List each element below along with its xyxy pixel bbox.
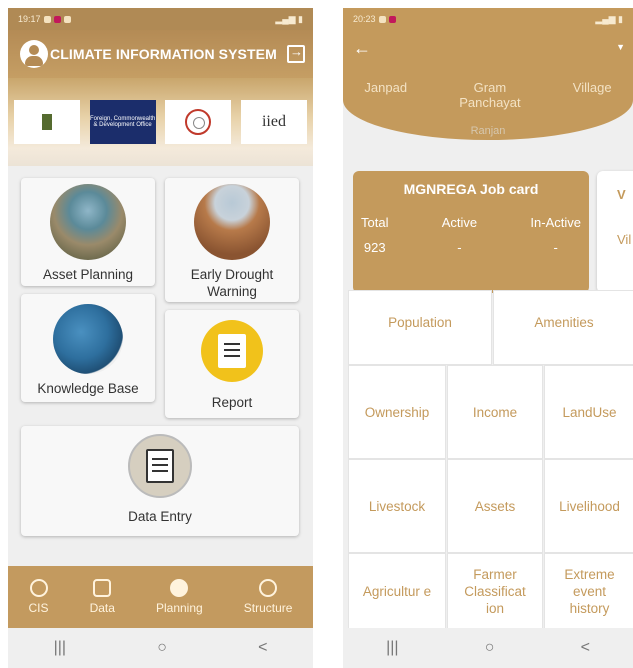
village-card-title: V xyxy=(617,187,626,202)
globe-icon xyxy=(53,304,123,374)
fcdo-logo: Foreign, Commonwealth & Development Offi… xyxy=(89,100,156,144)
asset-planning-label: Asset Planning xyxy=(42,267,134,282)
status-time: 19:17 xyxy=(18,14,41,24)
ownership-button[interactable]: Ownership xyxy=(349,366,445,458)
population-button[interactable]: Population xyxy=(349,291,491,364)
seal-icon xyxy=(185,109,212,135)
app-title: CLIMATE INFORMATION SYSTEM xyxy=(50,46,277,62)
livelihood-button[interactable]: Livelihood xyxy=(545,460,633,552)
data-icon xyxy=(93,579,112,597)
knowledge-base-label: Knowledge Base xyxy=(37,381,139,396)
recents-button[interactable]: ||| xyxy=(386,639,398,657)
mgnrega-job-card[interactable]: MGNREGA Job card Total 923 Active - In-A… xyxy=(353,171,589,293)
right-phone-screen: 20:23 ▂▄▆ ▮ ← ▼ Janpad Gram Panchayat Vi… xyxy=(343,8,633,668)
home-button[interactable]: ○ xyxy=(157,639,167,657)
iied-logo-text: iied xyxy=(261,113,286,130)
extreme-event-history-button[interactable]: Extreme event history xyxy=(545,554,633,628)
crumb-janpad[interactable]: Janpad xyxy=(364,80,407,110)
report-icon xyxy=(201,320,263,382)
bottom-navigation: CIS Data Planning Structure xyxy=(8,566,313,628)
document-icon xyxy=(218,334,246,368)
app-icon xyxy=(388,15,396,23)
crumb-subtitle: Ranjan xyxy=(470,125,506,137)
active-label: Active xyxy=(441,215,478,230)
early-drought-warning-tile[interactable]: Early Drought Warning xyxy=(165,178,299,302)
location-header: ← ▼ Janpad Gram Panchayat Village xyxy=(343,30,633,140)
nav-cis[interactable]: CIS xyxy=(29,579,49,615)
nav-planning[interactable]: Planning xyxy=(156,579,203,615)
system-nav-bar: ||| ○ < xyxy=(343,628,633,668)
nav-data[interactable]: Data xyxy=(90,579,115,615)
seal-logo xyxy=(165,100,232,144)
back-arrow-icon[interactable]: ← xyxy=(353,38,371,59)
village-card[interactable]: V Vil xyxy=(597,171,633,293)
notification-icon xyxy=(63,15,71,23)
livestock-button[interactable]: Livestock xyxy=(349,460,445,552)
report-label: Report xyxy=(211,395,253,410)
job-card-stats: Total 923 Active - In-Active - xyxy=(361,215,581,255)
document-icon xyxy=(146,449,174,483)
structure-icon xyxy=(259,579,278,597)
fcdo-logo-text: Foreign, Commonwealth & Development Offi… xyxy=(89,116,156,128)
asset-planning-tile[interactable]: Asset Planning xyxy=(21,178,155,286)
active-stat: Active - xyxy=(442,215,477,255)
status-bar: 19:17 ▂▄▆ ▮ xyxy=(8,8,313,30)
data-entry-tile[interactable]: Data Entry xyxy=(21,426,299,536)
app-bar: CLIMATE INFORMATION SYSTEM xyxy=(8,30,313,78)
total-stat: Total 923 xyxy=(361,215,388,255)
planning-icon xyxy=(170,579,189,597)
crumb-gram-panchayat[interactable]: Gram Panchayat xyxy=(450,80,530,110)
location-breadcrumb: Janpad Gram Panchayat Village xyxy=(343,80,633,110)
left-phone-screen: 19:17 ▂▄▆ ▮ CLIMATE INFORMATION SYSTEM F… xyxy=(8,8,313,668)
crumb-village[interactable]: Village xyxy=(573,80,612,110)
active-value: - xyxy=(457,240,462,255)
back-button[interactable]: < xyxy=(581,639,590,657)
cis-icon xyxy=(29,579,48,597)
logout-icon[interactable] xyxy=(287,44,305,63)
inactive-value: - xyxy=(553,240,558,255)
data-entry-label: Data Entry xyxy=(128,509,192,524)
recents-button[interactable]: ||| xyxy=(54,639,66,657)
nav-cis-label: CIS xyxy=(28,601,49,615)
govt-logo xyxy=(14,100,80,144)
notification-icon xyxy=(43,15,51,23)
status-time: 20:23 xyxy=(353,14,376,24)
nav-structure[interactable]: Structure xyxy=(243,579,293,615)
landuse-button[interactable]: LandUse xyxy=(545,366,633,458)
iied-logo: iied xyxy=(240,100,307,144)
total-value: 923 xyxy=(363,240,386,255)
total-label: Total xyxy=(361,215,389,230)
partner-logos: Foreign, Commonwealth & Development Offi… xyxy=(8,78,313,166)
income-button[interactable]: Income xyxy=(448,366,542,458)
notification-icon xyxy=(378,15,386,23)
back-button[interactable]: < xyxy=(258,639,267,657)
menu-grid: Asset Planning Early Drought Warning Kno… xyxy=(8,166,313,536)
clipboard-icon xyxy=(128,434,192,498)
inactive-stat: In-Active - xyxy=(530,215,581,255)
profile-avatar-icon[interactable] xyxy=(20,40,48,68)
village-card-sub: Vil xyxy=(617,232,632,247)
report-tile[interactable]: Report xyxy=(165,310,299,418)
dam-image xyxy=(50,184,126,260)
amenities-button[interactable]: Amenities xyxy=(494,291,633,364)
nav-structure-label: Structure xyxy=(243,601,293,615)
nav-planning-label: Planning xyxy=(155,601,203,615)
dropdown-caret-icon[interactable]: ▼ xyxy=(616,42,625,52)
early-drought-warning-label: Early Drought Warning xyxy=(190,267,274,299)
home-button[interactable]: ○ xyxy=(485,639,495,657)
assets-button[interactable]: Assets xyxy=(448,460,542,552)
inactive-label: In-Active xyxy=(530,215,581,230)
farmer-classification-button[interactable]: Farmer Classificat ion xyxy=(448,554,542,628)
agriculture-button[interactable]: Agricultur e xyxy=(349,554,445,628)
job-card-title: MGNREGA Job card xyxy=(403,181,539,197)
signal-battery-icon: ▂▄▆ ▮ xyxy=(595,13,623,24)
system-nav-bar: ||| ○ < xyxy=(8,628,313,668)
knowledge-base-tile[interactable]: Knowledge Base xyxy=(21,294,155,402)
drought-image xyxy=(194,184,270,260)
nav-data-label: Data xyxy=(89,601,115,615)
signal-battery-icon: ▂▄▆ ▮ xyxy=(275,13,303,24)
status-bar: 20:23 ▂▄▆ ▮ xyxy=(343,8,633,30)
app-icon xyxy=(53,15,61,23)
